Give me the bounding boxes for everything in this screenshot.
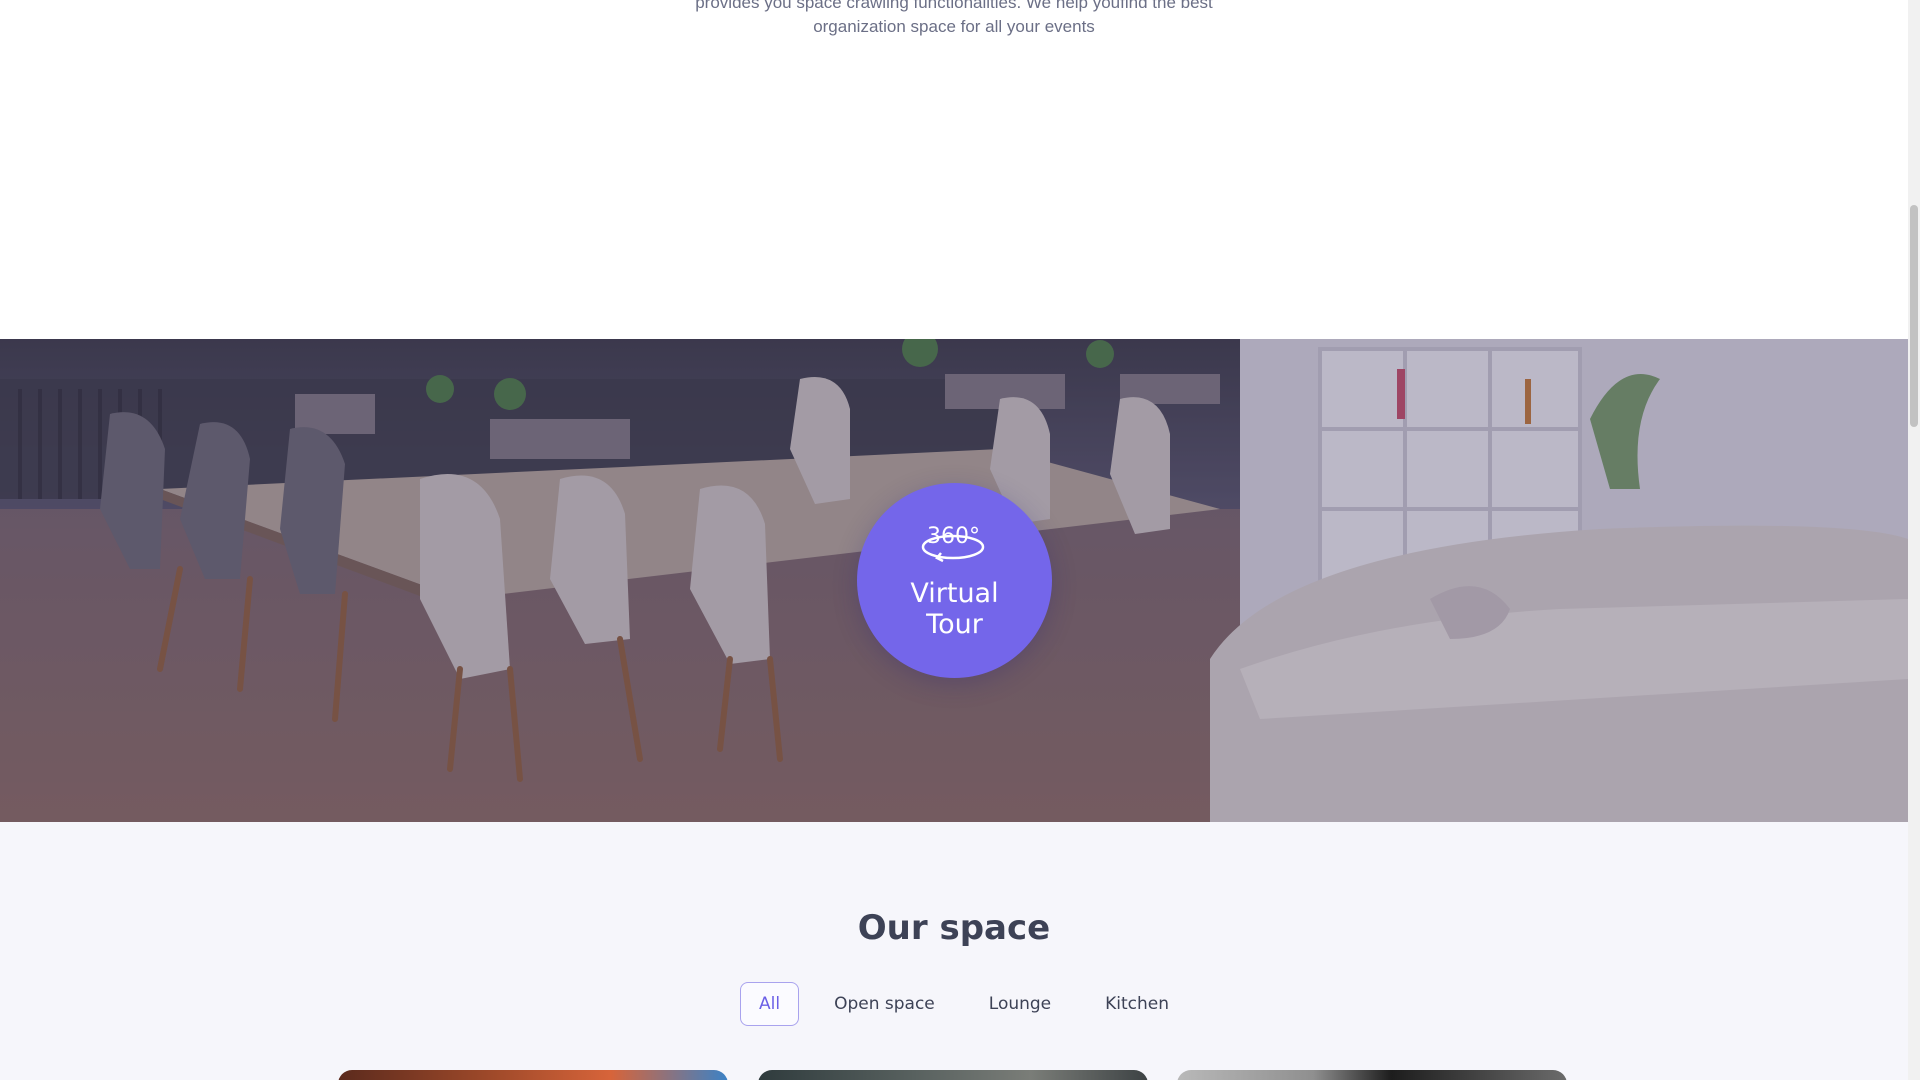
space-filter-tabs: All Open space Lounge Kitchen <box>740 982 1204 1026</box>
filter-kitchen[interactable]: Kitchen <box>1086 982 1188 1026</box>
space-card-image[interactable] <box>758 1070 1148 1080</box>
intro-line-2: organization space for all your events <box>813 17 1095 36</box>
virtual-tour-button[interactable]: 360° Virtual Tour <box>857 483 1052 678</box>
virtual-tour-label: Virtual Tour <box>857 578 1052 640</box>
space-card-image[interactable] <box>338 1070 728 1080</box>
page-scrollbar[interactable] <box>1908 0 1920 1080</box>
scrollbar-thumb[interactable] <box>1910 205 1918 427</box>
virtual-tour-banner: 360° Virtual Tour <box>0 339 1908 822</box>
virtual-tour-label-line-2: Tour <box>926 609 983 640</box>
360-view-icon: 360° <box>921 524 985 563</box>
intro-paragraph: provides you space crawling functionalit… <box>0 0 1908 39</box>
our-space-title: Our space <box>857 908 1051 948</box>
space-cards <box>0 1070 1908 1080</box>
filter-all[interactable]: All <box>740 982 800 1026</box>
filter-open-space[interactable]: Open space <box>815 982 954 1026</box>
virtual-tour-label-line-1: Virtual <box>910 578 999 609</box>
filter-lounge[interactable]: Lounge <box>970 982 1070 1026</box>
intro-line-1: provides you space crawling functionalit… <box>695 0 1213 12</box>
intro-section: provides you space crawling functionalit… <box>0 0 1908 339</box>
our-space-section: Our space All Open space Lounge Kitchen <box>0 822 1908 1080</box>
space-card-image[interactable] <box>1177 1070 1567 1080</box>
